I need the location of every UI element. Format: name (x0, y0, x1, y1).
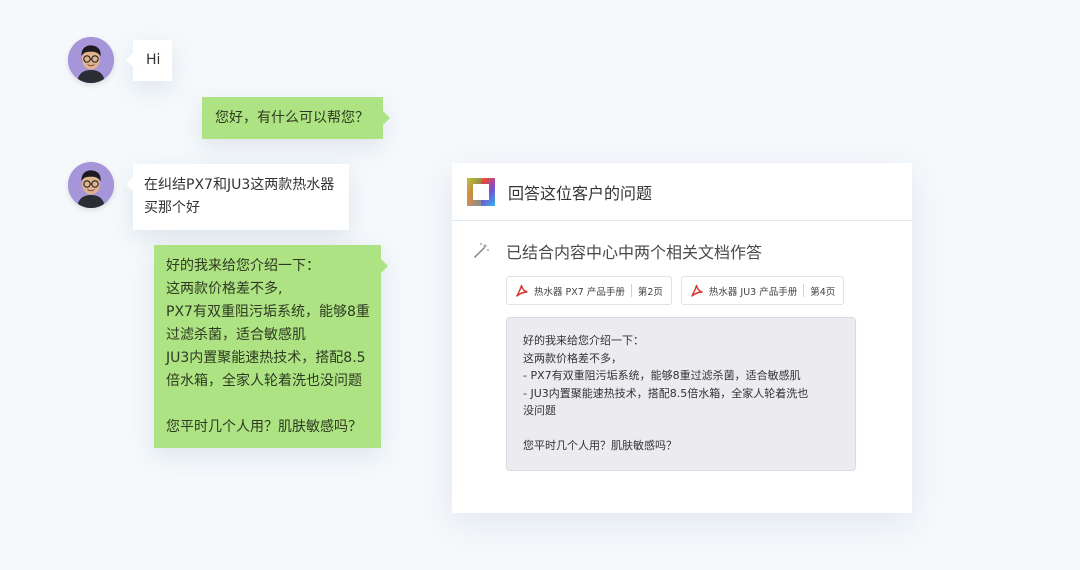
answer-line: - JU3内置聚能速热技术，搭配8.5倍水箱，全家人轮着洗也 (523, 386, 809, 400)
agent-message: 好的我来给您介绍一下： 这两款价格差不多, PX7有双重阻污垢系统，能够8重 过… (154, 245, 388, 448)
document-name: 热水器 JU3 产品手册 (708, 286, 798, 298)
document-chip[interactable]: 热水器 JU3 产品手册 第4页 (680, 276, 845, 305)
message-line: 这两款价格差不多, (166, 281, 283, 297)
answer-line: - PX7有双重阻污垢系统，能够8重过滤杀菌，适合敏感肌 (523, 369, 801, 382)
answer-line (523, 420, 855, 438)
summary-text: 已结合内容中心中两个相关文档作答 (506, 243, 763, 262)
message-line: 您平时几个人用？肌肤敏感吗？ (166, 419, 362, 435)
magic-wand-icon (474, 243, 489, 258)
message-line: PX7有双重阻污垢系统，能够8重 (166, 304, 370, 320)
message-line: JU3内置聚能速热技术，搭配8.5 (166, 350, 366, 366)
pdf-icon (691, 284, 703, 297)
message-line (166, 393, 370, 416)
message-line: 过滤杀菌，适合敏感肌 (166, 327, 306, 343)
message-line: 在纠结PX7和JU3这两款热水器 (144, 177, 335, 193)
document-list: 热水器 PX7 产品手册 第2页 热水器 JU3 产品手册 第4页 (506, 276, 845, 305)
pdf-icon (516, 284, 528, 297)
agent-message: 您好，有什么可以帮您？ (202, 97, 390, 139)
app-logo-icon (467, 177, 495, 206)
document-chip[interactable]: 热水器 PX7 产品手册 第2页 (506, 276, 672, 305)
divider (803, 284, 805, 297)
customer-avatar[interactable] (68, 37, 114, 83)
summary-row: 已结合内容中心中两个相关文档作答 (472, 239, 762, 263)
answer-line: 没问题 (523, 404, 556, 417)
panel-header: 回答这位客户的问题 (452, 163, 912, 221)
ai-answer-panel: 回答这位客户的问题 已结合内容中心中两个相关文档作答 热水器 PX7 产品手册 … (452, 163, 912, 513)
customer-avatar[interactable] (68, 162, 114, 208)
document-page: 第2页 (637, 286, 663, 298)
answer-line: 好的我来给您介绍一下： (523, 334, 644, 347)
panel-title: 回答这位客户的问题 (508, 183, 653, 203)
answer-line: 这两款价格差不多， (523, 351, 622, 365)
message-line: 倍水箱，全家人轮着洗也没问题 (166, 373, 362, 389)
customer-message: 在纠结PX7和JU3这两款热水器 买那个好 (126, 164, 349, 230)
message-text: Hi (146, 52, 161, 68)
message-text: 您好，有什么可以帮您？ (215, 110, 369, 126)
message-line: 好的我来给您介绍一下： (166, 258, 320, 274)
divider (630, 284, 632, 297)
customer-message: Hi (126, 40, 172, 81)
document-page: 第4页 (810, 286, 836, 298)
message-line: 买那个好 (144, 200, 200, 216)
document-name: 热水器 PX7 产品手册 (534, 286, 625, 298)
answer-line: 您平时几个人用？肌肤敏感吗？ (523, 439, 677, 452)
answer-box[interactable]: 好的我来给您介绍一下： 这两款价格差不多， - PX7有双重阻污垢系统，能够8重… (506, 317, 856, 471)
